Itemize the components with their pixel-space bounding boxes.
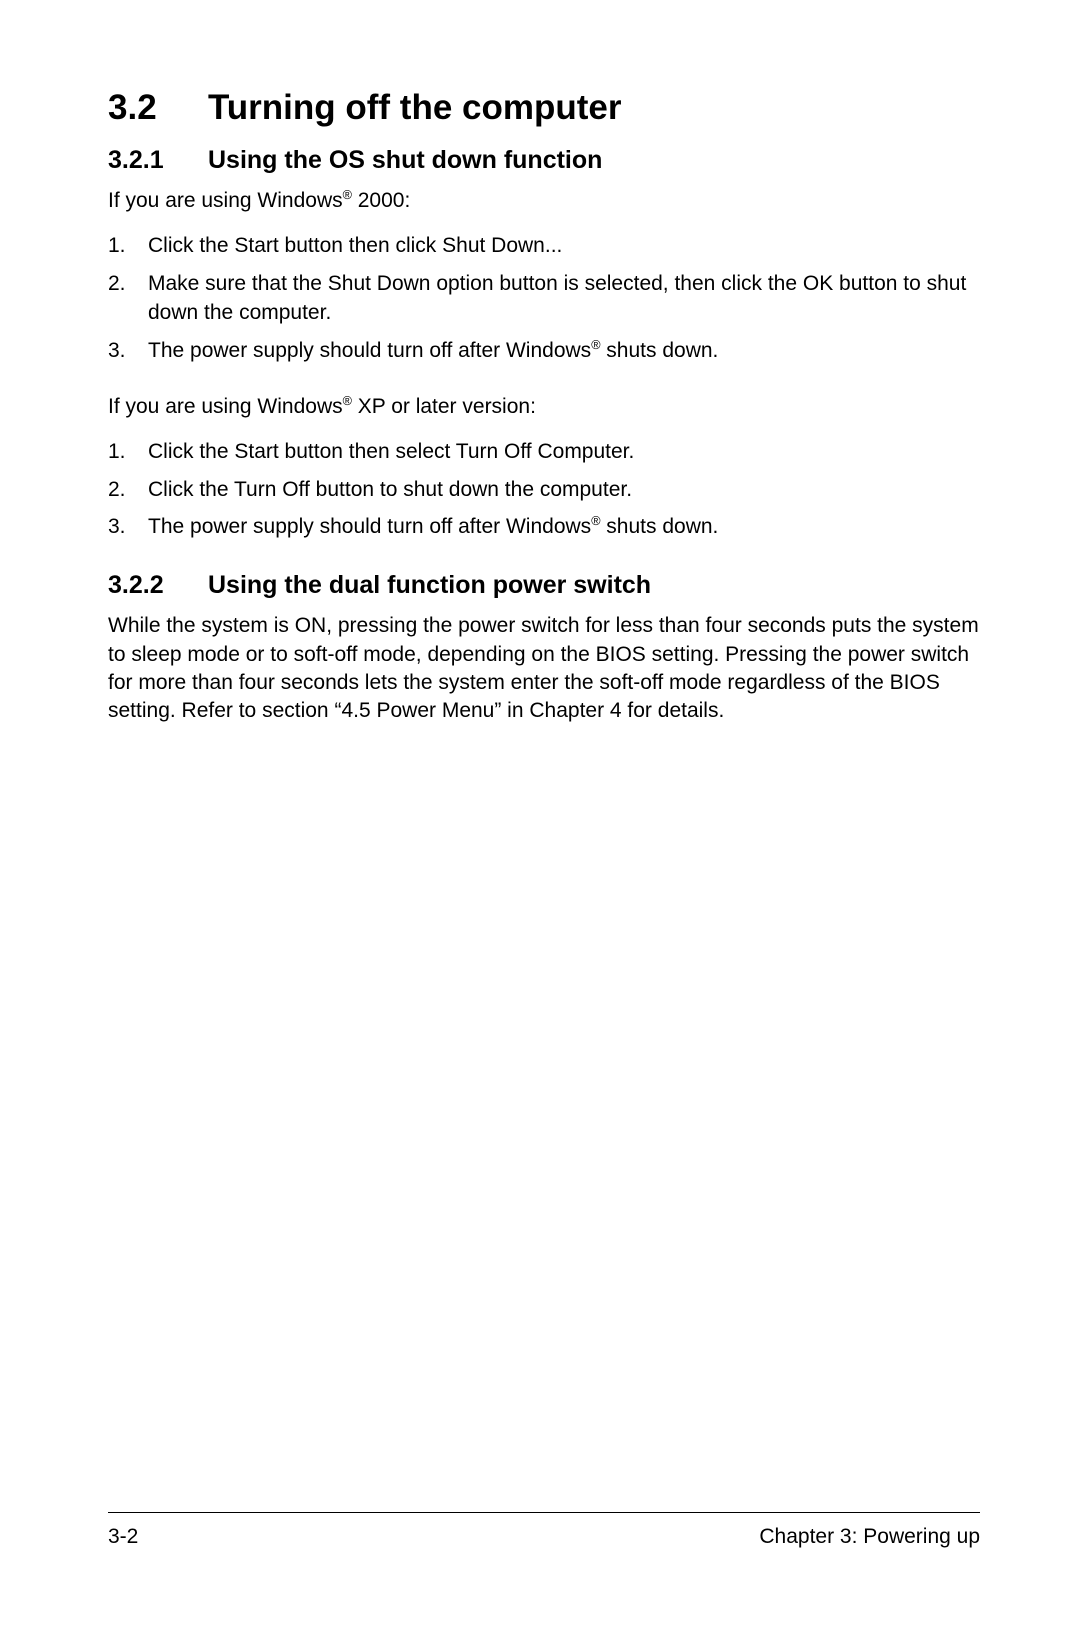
subsection-322-number: 3.2.2: [108, 571, 208, 600]
list-item: 3.The power supply should turn off after…: [108, 512, 980, 541]
subsection-322-title: Using the dual function power switch: [208, 571, 651, 599]
chapter-label: Chapter 3: Powering up: [759, 1525, 980, 1549]
steps-win2000: 1.Click the Start button then click Shut…: [108, 231, 980, 365]
subsection-321-heading: 3.2.1Using the OS shut down function: [108, 146, 980, 175]
page-footer: 3-2 Chapter 3: Powering up: [108, 1512, 980, 1549]
list-item: 1.Click the Start button then select Tur…: [108, 437, 980, 466]
subsection-321-number: 3.2.1: [108, 146, 208, 175]
section-number: 3.2: [108, 88, 208, 128]
subsection-322-heading: 3.2.2Using the dual function power switc…: [108, 571, 980, 600]
list-item: 3.The power supply should turn off after…: [108, 336, 980, 365]
list-item: 2.Click the Turn Off button to shut down…: [108, 475, 980, 504]
list-item: 1.Click the Start button then click Shut…: [108, 231, 980, 260]
para-dual-function: While the system is ON, pressing the pow…: [108, 612, 980, 725]
list-item: 2.Make sure that the Shut Down option bu…: [108, 269, 980, 328]
intro-winxp: If you are using Windows® XP or later ve…: [108, 393, 980, 421]
step-text: The power supply should turn off after W…: [148, 336, 980, 365]
page-number: 3-2: [108, 1525, 138, 1549]
section-heading: 3.2Turning off the computer: [108, 88, 980, 128]
steps-winxp: 1.Click the Start button then select Tur…: [108, 437, 980, 541]
subsection-321-title: Using the OS shut down function: [208, 146, 602, 174]
step-text: The power supply should turn off after W…: [148, 512, 980, 541]
registered-mark: ®: [343, 394, 352, 408]
section-title-text: Turning off the computer: [208, 88, 621, 127]
intro-win2000: If you are using Windows® 2000:: [108, 187, 980, 215]
registered-mark: ®: [343, 188, 352, 202]
